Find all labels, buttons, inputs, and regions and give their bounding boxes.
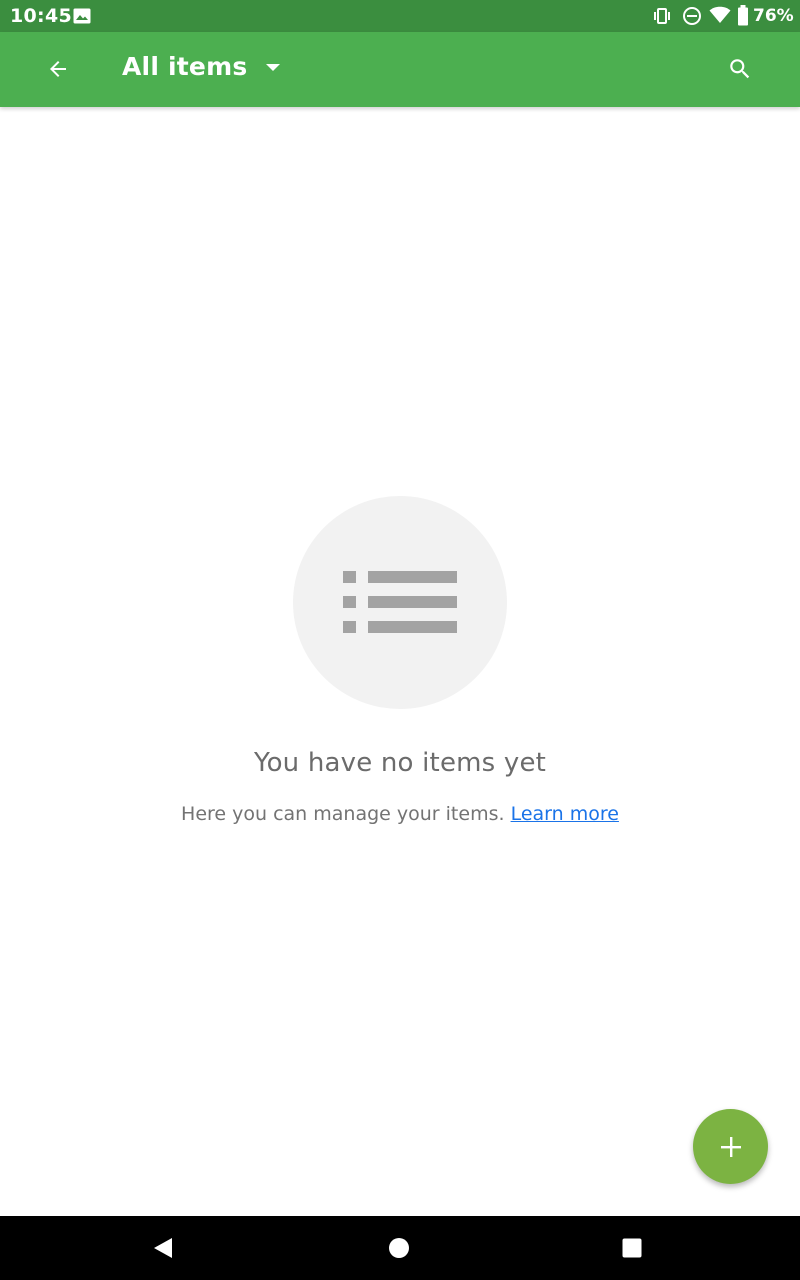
empty-state-description-text: Here you can manage your items. [181, 803, 505, 825]
item-filter-dropdown[interactable]: All items [122, 52, 281, 81]
nav-home-button[interactable] [381, 1230, 417, 1266]
home-circle-icon [389, 1238, 409, 1258]
search-icon [730, 59, 750, 79]
page-title: All items [122, 52, 248, 81]
wifi-icon [709, 6, 731, 24]
empty-state-description: Here you can manage your items. Learn mo… [0, 803, 800, 825]
app-bar: All items [0, 32, 800, 107]
status-time: 10:45 [10, 5, 72, 27]
list-icon [343, 571, 457, 633]
battery-percent: 76% [753, 6, 794, 26]
back-button[interactable] [34, 45, 82, 93]
do-not-disturb-icon [683, 7, 701, 25]
system-navigation-bar [0, 1216, 800, 1280]
screen: 10:45 76% All items You have no items ye… [0, 0, 800, 1280]
arrow-back-icon [50, 61, 66, 77]
image-notification-icon [73, 8, 91, 24]
add-item-button[interactable] [693, 1109, 768, 1184]
battery-icon [738, 5, 748, 26]
empty-state-title: You have no items yet [253, 748, 547, 778]
back-triangle-icon [154, 1238, 172, 1258]
status-bar: 10:45 76% [0, 0, 800, 32]
learn-more-link[interactable]: Learn more [511, 803, 619, 825]
plus-icon [720, 1136, 741, 1157]
arrow-drop-down-icon [266, 63, 281, 71]
empty-state-illustration [293, 496, 507, 709]
search-button[interactable] [716, 45, 764, 93]
vibrate-icon [654, 8, 670, 24]
recents-square-icon [622, 1238, 642, 1258]
nav-back-button[interactable] [145, 1230, 181, 1266]
nav-recents-button[interactable] [614, 1230, 650, 1266]
